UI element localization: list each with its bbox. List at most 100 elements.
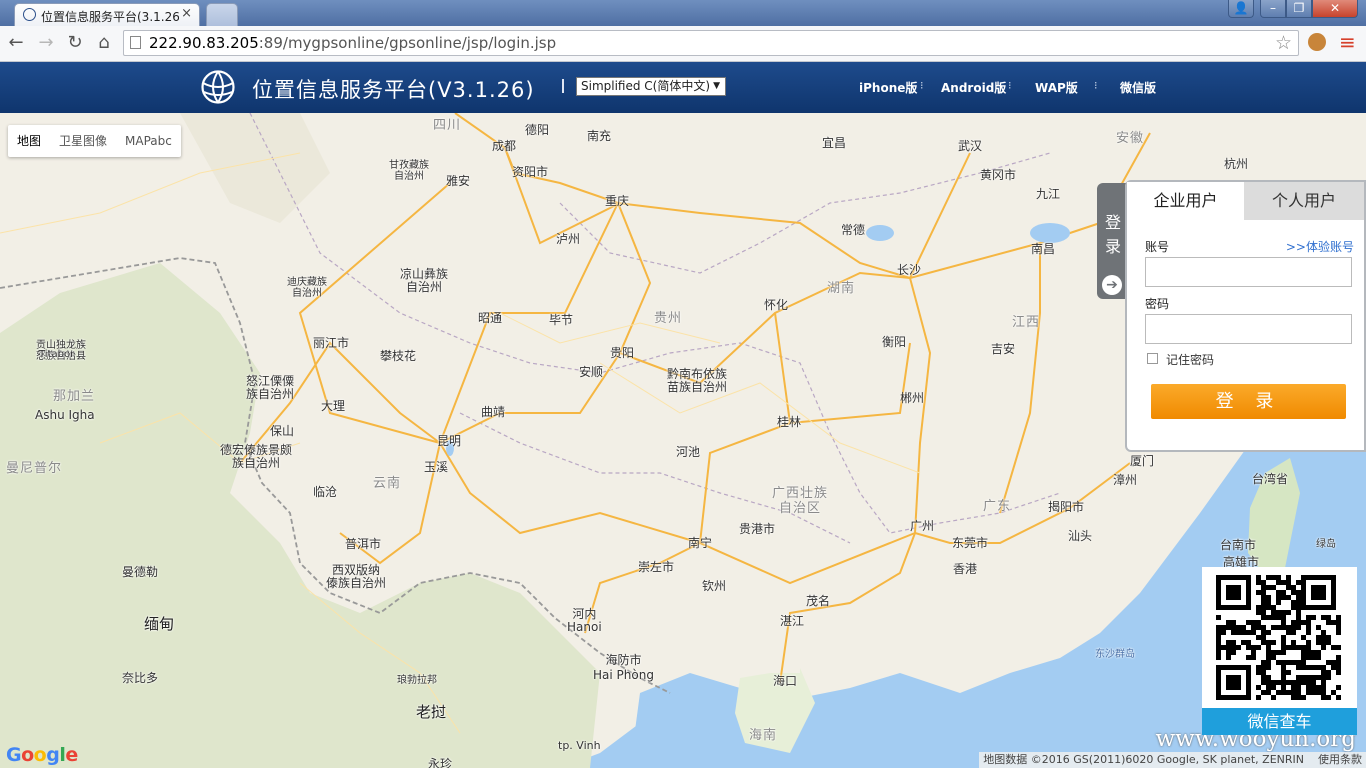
map-label: 攀枝花 xyxy=(380,349,417,363)
map-label: 武汉 xyxy=(958,139,983,153)
map-label: 台南市 xyxy=(1220,538,1257,552)
map-type-selector: 地图 卫星图像 MAPabc xyxy=(8,125,181,157)
app-title: 位置信息服务平台(V3.1.26) xyxy=(252,78,535,102)
google-logo: Google xyxy=(6,744,78,766)
map-type-road[interactable]: 地图 xyxy=(8,125,50,157)
qr-code-icon[interactable] xyxy=(1211,575,1348,703)
map-label: 那加兰 xyxy=(53,389,96,404)
map-label: 崇左市 xyxy=(638,560,675,574)
map-label: 南充 xyxy=(587,129,612,143)
google-logo-letter: o xyxy=(33,744,47,766)
map-label: 贵阳 xyxy=(610,346,635,360)
map-label: 湖南 xyxy=(827,281,856,296)
map-label: 云南 xyxy=(373,476,402,491)
province-border xyxy=(559,152,1051,274)
dropdown-arrow-icon: ▼ xyxy=(713,81,720,91)
map-label: 汕头 xyxy=(1068,529,1093,543)
map-label: 桂林 xyxy=(777,415,802,429)
map-label: 老挝 xyxy=(416,703,447,721)
map-label: 普洱市 xyxy=(345,537,382,551)
map-label: 湛江 xyxy=(780,614,805,628)
map-label: 海防市 Hai Phòng xyxy=(593,653,654,682)
close-window-button[interactable]: ✕ xyxy=(1312,0,1358,18)
map-label: 西双版纳 傣族自治州 xyxy=(326,563,387,590)
forward-arrow-icon[interactable]: → xyxy=(35,32,57,54)
maximize-window-button[interactable]: ❐ xyxy=(1286,0,1312,18)
map-label: 重庆 xyxy=(605,194,630,208)
bookmark-star-icon[interactable]: ☆ xyxy=(1275,32,1292,54)
map-label: 迪庆藏族 自治州 xyxy=(287,277,327,299)
map-label: 黄冈市 xyxy=(980,168,1017,182)
cookie-extension-icon[interactable] xyxy=(1308,33,1326,51)
browser-menu-icon[interactable]: ≡ xyxy=(1339,32,1356,52)
tab-personal-user[interactable]: 个人用户 xyxy=(1244,182,1364,220)
map-label: 甘孜藏族 自治州 xyxy=(389,160,429,182)
password-input[interactable] xyxy=(1145,314,1352,344)
map-label: 漳州 xyxy=(1113,473,1138,487)
iphone-version-link[interactable]: iPhone版 xyxy=(859,79,917,96)
map-label: 四川 xyxy=(433,118,462,133)
arrow-right-icon[interactable]: ➔ xyxy=(1102,275,1122,295)
qr-caption[interactable]: 微信查车 xyxy=(1202,708,1357,735)
map-label: 河内 Hanoi xyxy=(567,607,602,634)
user-profile-icon[interactable]: 👤 xyxy=(1228,0,1254,18)
map-label: 玉溪 xyxy=(424,460,449,474)
address-bar[interactable]: 222.90.83.205:89/mygpsonline/gpsonline/j… xyxy=(123,30,1299,56)
close-tab-icon[interactable]: × xyxy=(181,6,192,21)
map-type-mapabc[interactable]: MAPabc xyxy=(116,125,181,157)
google-logo-letter: G xyxy=(6,744,22,766)
app-header: 位置信息服务平台(V3.1.26) Simplified C(简体中文) ▼ i… xyxy=(0,62,1366,113)
terrain-west xyxy=(0,263,600,768)
map-label: 南昌 xyxy=(1031,242,1056,256)
terrain-north xyxy=(180,113,330,223)
map-label: 广东 xyxy=(983,499,1012,514)
map-label: 吉安 xyxy=(991,342,1016,356)
map-label: 九江 xyxy=(1036,187,1061,201)
wap-version-link[interactable]: WAP版 xyxy=(1035,79,1078,96)
map-label: 揭阳市 xyxy=(1048,500,1085,514)
remember-password-label[interactable]: 记住密码 xyxy=(1166,351,1214,368)
lake xyxy=(866,225,894,241)
browser-tab-title: 位置信息服务平台(3.1.26) xyxy=(41,10,179,24)
map-label: 广州 xyxy=(910,519,935,533)
new-tab-button[interactable] xyxy=(206,3,238,26)
home-icon[interactable]: ⌂ xyxy=(93,32,115,54)
map-label: 资阳市 xyxy=(512,165,549,179)
browser-tab-active[interactable]: 位置信息服务平台(3.1.26) × xyxy=(14,3,200,26)
android-version-link[interactable]: Android版 xyxy=(941,79,1006,96)
map-label: 丽江市 xyxy=(313,336,350,350)
terms-link[interactable]: 使用条款 xyxy=(1318,753,1362,766)
attribution-text: 地图数据 ©2016 GS(2011)6020 Google, SK plane… xyxy=(983,753,1304,766)
account-input[interactable] xyxy=(1145,257,1352,287)
map-label: 曼德勒 xyxy=(122,565,159,579)
login-toggle-label: 登 录 xyxy=(1104,213,1121,256)
map-label: Titabor xyxy=(39,349,75,360)
login-button[interactable]: 登 录 xyxy=(1151,384,1346,419)
title-divider xyxy=(562,79,564,93)
login-form: 企业用户 个人用户 账号 >>体验账号 密码 记住密码 登 录 xyxy=(1125,180,1366,452)
map-label: 黔南布依族 苗族自治州 xyxy=(667,367,728,394)
trial-account-link[interactable]: >>体验账号 xyxy=(1286,238,1354,255)
wechat-version-link[interactable]: 微信版 xyxy=(1120,79,1156,96)
header-separator: ⁝ xyxy=(1094,79,1098,92)
language-select-value: Simplified C(简体中文) xyxy=(581,79,711,93)
remember-password-checkbox[interactable] xyxy=(1147,353,1158,364)
map-label: 奈比多 xyxy=(122,671,159,685)
minimize-window-button[interactable]: – xyxy=(1260,0,1286,18)
language-select[interactable]: Simplified C(简体中文) ▼ xyxy=(576,77,726,96)
map-label: 毕节 xyxy=(549,313,574,327)
map-label: 厦门 xyxy=(1130,454,1155,468)
address-url[interactable]: 222.90.83.205:89/mygpsonline/gpsonline/j… xyxy=(149,34,556,52)
google-logo-letter: g xyxy=(46,744,60,766)
map-label: 德宏傣族景颇 族自治州 xyxy=(220,443,293,470)
map-label: 贵州 xyxy=(654,311,683,326)
map-label: 永珍 xyxy=(428,757,453,768)
tab-enterprise-user[interactable]: 企业用户 xyxy=(1127,182,1244,220)
google-logo-letter: o xyxy=(21,744,34,766)
highway-network xyxy=(239,113,1151,684)
login-panel-toggle[interactable]: 登 录 ➔ xyxy=(1097,183,1128,299)
back-arrow-icon[interactable]: ← xyxy=(5,32,27,54)
map-type-satellite[interactable]: 卫星图像 xyxy=(50,125,116,157)
map-label: 海南 xyxy=(749,728,778,743)
reload-icon[interactable]: ↻ xyxy=(64,32,86,54)
